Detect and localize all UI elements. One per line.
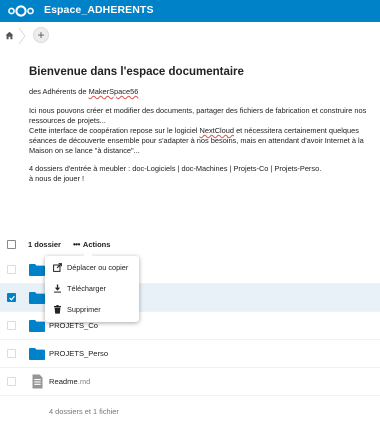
app-title[interactable]: Espace_ADHERENTS [44,4,154,16]
readme-line: Cette interface de coopération repose su… [29,126,374,136]
new-file-button[interactable]: + [33,27,49,43]
folder-icon [29,292,45,304]
row-checkbox[interactable] [7,349,16,358]
readme-title: Bienvenue dans l'espace documentaire [29,66,244,78]
more-dots-icon: ••• [73,240,80,249]
file-list-header: 1 dossier ••• Actions [0,237,380,253]
menu-item-download[interactable]: Télécharger [45,279,139,299]
file-extension: .md [77,377,91,386]
actions-label: Actions [82,240,111,249]
readme-line-suffix: et nécessitera certainement quelques [234,126,359,135]
readme-line: à nous de jouer ! [29,174,85,183]
row-checkbox[interactable] [7,321,16,330]
actions-button[interactable]: ••• Actions [73,240,110,249]
selection-count: 1 dossier [28,240,61,249]
row-checkbox[interactable] [7,293,16,302]
trash-icon [54,305,61,314]
readme-intro-link: MakerSpace56 [88,87,139,96]
nextcloud-logo-icon[interactable] [7,4,35,18]
readme-line: Maison on se lance "à distance"... [29,146,140,155]
download-icon [54,284,61,293]
select-all-checkbox[interactable] [7,240,16,249]
readme-intro: des Adhérents de MakerSpace56 [29,87,374,97]
row-checkbox[interactable] [7,265,16,274]
file-row[interactable]: PROJETS_Perso [0,340,380,368]
breadcrumb [0,25,380,47]
readme-line-prefix: Cette interface de coopération repose su… [29,126,200,135]
readme-line: séances de découverte ensemble pour s'ad… [29,136,364,145]
row-checkbox[interactable] [7,377,16,386]
file-list-summary: 4 dossiers et 1 fichier [49,407,119,416]
readme-line: Ici nous pouvons créer et modifier des d… [29,106,367,115]
breadcrumb-separator-icon [18,28,26,44]
folder-icon [29,264,45,276]
file-row[interactable]: Readme.md [0,368,380,396]
text-file-icon [32,374,43,389]
menu-item-label: Télécharger [67,284,106,293]
readme-panel: Bienvenue dans l'espace documentaire des… [29,66,374,184]
readme-nextcloud-word: NextCloud [199,126,235,135]
folder-icon [29,320,45,332]
file-name[interactable]: PROJETS_Perso [49,349,108,358]
menu-item-delete[interactable]: Supprimer [45,300,139,320]
actions-menu: Déplacer ou copier Télécharger Supprimer [45,251,139,322]
menu-item-move-copy[interactable]: Déplacer ou copier [45,258,139,278]
file-name[interactable]: PROJETS_Co [49,321,98,330]
checkmark-icon [9,295,15,301]
readme-line: 4 dossiers d'entrée à meubler : doc-Logi… [29,164,322,173]
readme-intro-prefix: des Adhérents de [29,87,89,96]
external-move-icon [53,263,62,272]
readme-line: ressources de projets... [29,116,106,125]
menu-item-label: Déplacer ou copier [67,263,129,272]
home-icon[interactable] [5,31,14,40]
folder-icon [29,348,45,360]
menu-item-label: Supprimer [67,305,101,314]
file-name[interactable]: Readme.md [49,377,90,386]
file-basename: Readme [49,377,78,386]
menu-arrow [83,251,93,256]
top-header-bar: Espace_ADHERENTS [0,0,380,22]
